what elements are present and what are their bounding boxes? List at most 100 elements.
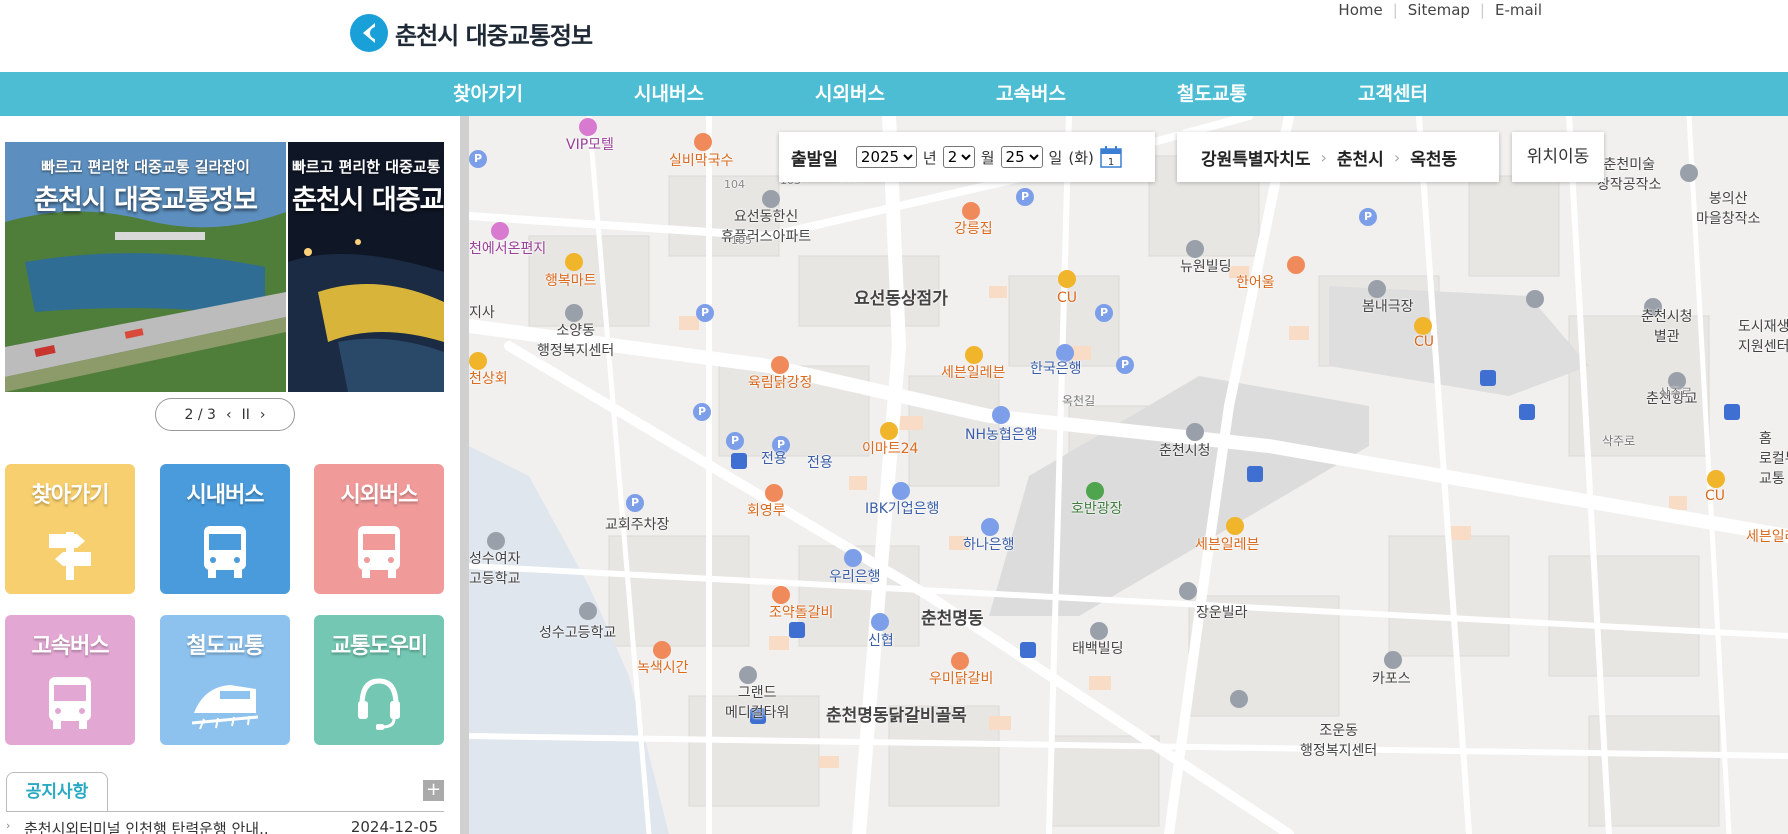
tile-traffic-helper[interactable]: 교통도우미 (314, 615, 444, 745)
bus-stop-icon[interactable] (1480, 370, 1496, 386)
weekday-text: (화) (1068, 148, 1094, 167)
bus-stop-icon[interactable] (789, 622, 805, 638)
map-label-seven-eleven: 세븐일레븐 (941, 365, 1006, 381)
map-label-hanguk-bank: 한국은행 (1030, 361, 1082, 377)
restaurant-icon[interactable] (1287, 256, 1305, 274)
tile-label: 시내버스 (186, 483, 265, 508)
slider-controls: 2 / 3 ‹ II › (155, 398, 295, 431)
parking-icon[interactable]: P (626, 494, 644, 512)
bus-stop-icon[interactable] (1247, 466, 1263, 482)
day-unit: 일 (1048, 148, 1063, 167)
map-label-jangwoon: 장운빌라 (1196, 605, 1248, 621)
map-label-sakju-road: 삭주로 (1659, 386, 1693, 400)
tile-intercity-bus[interactable]: 시외버스 (314, 464, 444, 594)
map-label-seven-eleven: 세븐일레븐 (1195, 537, 1260, 553)
move-location-button[interactable]: 위치이동 (1512, 132, 1604, 182)
bus-icon (358, 526, 400, 578)
map-label-haengbok: 행복마트 (545, 273, 597, 289)
bus-stop-icon[interactable] (1519, 404, 1535, 420)
notice-date: 2024-12-05 (350, 818, 438, 834)
nav-item-find-route[interactable]: 찾아가기 (418, 72, 558, 116)
parking-icon[interactable]: P (693, 403, 711, 421)
banner-slider[interactable]: 빠르고 편리한 대중교통 길라잡이 춘천시 대중교통정보 빠르고 편리한 대중교… (5, 142, 444, 392)
parking-icon[interactable]: P (726, 432, 744, 450)
parking-icon[interactable]: P (1116, 356, 1134, 374)
parking-icon[interactable]: P (469, 150, 487, 168)
location-province[interactable]: 강원특별자치도 (1201, 145, 1310, 170)
site-logo[interactable]: 춘천시 대중교통정보 (349, 10, 593, 56)
school-icon[interactable] (579, 602, 597, 620)
map-label-hana-bank: 하나은행 (963, 537, 1015, 553)
car-repair-icon[interactable] (1384, 651, 1402, 669)
map-label-sangsa: 천상회 (469, 371, 508, 387)
map-label-yukrim: 육림닭강정 (748, 375, 813, 391)
location-dong[interactable]: 옥천동 (1410, 145, 1457, 170)
map-label-city-hall-annex: 춘천시청 별관 (1641, 309, 1693, 345)
tab-notice[interactable]: 공지사항 (6, 772, 108, 812)
convenience-store-icon[interactable] (1226, 517, 1244, 535)
tile-rail[interactable]: 철도교통 (160, 615, 290, 745)
bus-stop-icon[interactable] (1724, 404, 1740, 420)
bank-icon[interactable] (871, 613, 889, 631)
notice-divider (6, 811, 444, 812)
home-link[interactable]: Home (1338, 1, 1382, 19)
building-icon[interactable] (1526, 290, 1544, 308)
nav-item-intercity-bus[interactable]: 시외버스 (780, 72, 920, 116)
convenience-store-icon[interactable] (1414, 317, 1432, 335)
slider-next-button[interactable]: › (260, 407, 266, 423)
day-select[interactable]: 25 (1000, 146, 1043, 168)
convenience-store-icon[interactable] (1058, 270, 1076, 288)
parking-icon[interactable]: P (1095, 304, 1113, 322)
month-select[interactable]: 2 (942, 146, 975, 168)
notice-more-button[interactable]: + (423, 780, 444, 801)
city-hall-icon[interactable] (1186, 423, 1204, 441)
parking-icon[interactable]: P (1359, 208, 1377, 226)
banner-slide[interactable]: 빠르고 편리한 대중교통 길라잡이 춘천시 대중교통정보 (5, 142, 286, 392)
location-city[interactable]: 춘천시 (1337, 145, 1384, 170)
bus-icon (49, 677, 91, 729)
nav-item-express-bus[interactable]: 고속버스 (961, 72, 1101, 116)
building-icon[interactable] (1179, 582, 1197, 600)
nav-item-city-bus[interactable]: 시내버스 (599, 72, 739, 116)
map-label-joyak: 조약돌갈비 (769, 605, 834, 621)
parking-icon[interactable]: P (1016, 188, 1034, 206)
sitemap-link[interactable]: Sitemap (1408, 1, 1470, 19)
office-icon[interactable] (1230, 690, 1248, 708)
tile-find-route[interactable]: 찾아가기 (5, 464, 135, 594)
logo-mark-icon (350, 14, 388, 52)
bank-icon[interactable] (992, 406, 1010, 424)
email-link[interactable]: E-mail (1495, 1, 1542, 19)
bus-stop-icon[interactable] (731, 453, 747, 469)
nav-item-customer-center[interactable]: 고객센터 (1323, 72, 1463, 116)
bank-icon[interactable] (844, 549, 862, 567)
map-label-bomnae: 봄내극장 (1362, 299, 1414, 315)
departure-date-label: 출발일 (791, 149, 838, 170)
tile-city-bus[interactable]: 시내버스 (160, 464, 290, 594)
panel-divider[interactable] (460, 116, 469, 834)
year-select[interactable]: 2025 (855, 146, 917, 168)
restaurant-icon[interactable] (694, 133, 712, 151)
map-label-jeonyong: 전용 (807, 455, 833, 471)
logo-text: 춘천시 대중교통정보 (395, 21, 593, 50)
slider-pause-button[interactable]: II (242, 407, 250, 423)
parking-icon[interactable]: P (696, 304, 714, 322)
nav-item-rail[interactable]: 철도교통 (1142, 72, 1282, 116)
map-label-bongui: 봉의산 마을창작소 (1696, 191, 1761, 227)
banner-caption-small: 빠르고 편리한 대중교통 길라잡이 (292, 158, 444, 176)
notice-item[interactable]: › 춘천시외터미널 인천행 탄력운행 안내.. 2024-12-05 (6, 816, 444, 834)
map-label-ibk-bank: IBK기업은행 (865, 501, 940, 517)
landmark-icon[interactable] (1680, 164, 1698, 182)
calendar-icon[interactable]: 1 (1100, 146, 1122, 168)
slider-prev-button[interactable]: ‹ (226, 407, 232, 423)
tile-express-bus[interactable]: 고속버스 (5, 615, 135, 745)
convenience-store-icon[interactable] (1707, 470, 1725, 488)
banner-slide[interactable]: 빠르고 편리한 대중교통 길라잡이 춘천시 대중교통정보 (288, 142, 444, 392)
map-label-hoeyoung: 회영루 (747, 503, 786, 519)
year-unit: 년 (922, 148, 937, 167)
app-root: 춘천시 대중교통정보 Home | Sitemap | E-mail 찾아가기 … (0, 0, 1788, 834)
bus-stop-icon[interactable] (1020, 642, 1036, 658)
map-label-plaza: 호반광장 (1071, 501, 1123, 517)
mart-icon[interactable] (565, 253, 583, 271)
map-label-vip-motel: VIP모텔 (566, 137, 614, 153)
map-view[interactable]: P P P P P P P P P P P P (469, 116, 1788, 834)
